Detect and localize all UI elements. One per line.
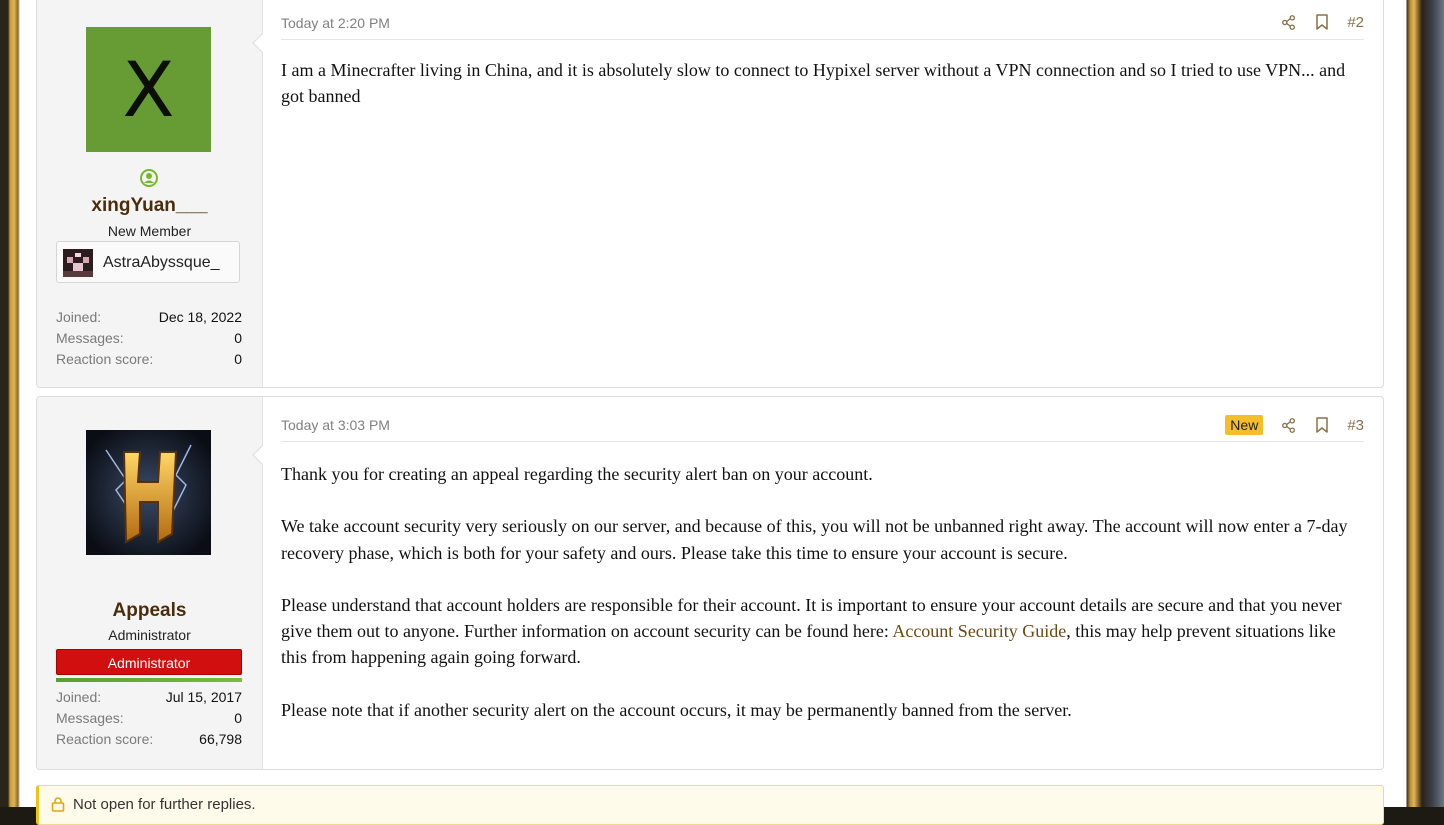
thread-page: X xingYuan___ New Member AstraAbyssque_ <box>20 0 1402 825</box>
stat-value: Dec 18, 2022 <box>158 309 242 325</box>
stat-label: Joined: <box>56 309 102 325</box>
stat-reaction-score: Reaction score: 66,798 <box>56 729 242 750</box>
body-paragraph: I am a Minecrafter living in China, and … <box>281 60 1346 107</box>
window-frame-right <box>1402 0 1444 807</box>
message-actions: #2 <box>1279 13 1364 31</box>
user-banner-administrator: Administrator <box>56 649 242 675</box>
message-attribution: Today at 2:20 PM #2 <box>281 9 1364 40</box>
user-banner-stripe <box>56 678 242 682</box>
share-icon[interactable] <box>1279 13 1297 31</box>
stat-value: 66,798 <box>199 731 242 747</box>
body-paragraph: Please note that if another security ale… <box>281 699 1072 720</box>
share-icon[interactable] <box>1279 416 1297 434</box>
username[interactable]: Appeals <box>37 600 262 622</box>
notice-text: Not open for further replies. <box>73 796 256 813</box>
message-body: Thank you for creating an appeal regardi… <box>281 461 1364 749</box>
post-date[interactable]: Today at 3:03 PM <box>281 417 390 433</box>
user-title: Administrator <box>108 627 191 643</box>
message-post-3: Appeals Administrator Administrator Join… <box>36 396 1384 770</box>
account-security-guide-link[interactable]: Account Security Guide <box>892 621 1066 641</box>
body-paragraph: We take account security very seriously … <box>281 516 1348 563</box>
stat-label: Joined: <box>56 689 102 705</box>
stat-label: Messages: <box>56 330 124 346</box>
avatar[interactable]: X <box>86 27 211 152</box>
stat-joined: Joined: Jul 15, 2017 <box>56 687 242 708</box>
stat-reaction-score: Reaction score: 0 <box>56 349 242 370</box>
linked-account-name: AstraAbyssque_ <box>103 254 220 271</box>
message-body: I am a Minecrafter living in China, and … <box>281 57 1364 136</box>
username[interactable]: xingYuan___ <box>37 195 262 217</box>
online-status-icon <box>140 169 158 187</box>
avatar[interactable] <box>86 430 211 555</box>
message-attribution: Today at 3:03 PM New #3 <box>281 411 1364 442</box>
message-actions: New #3 <box>1225 415 1364 435</box>
user-title: New Member <box>107 223 192 239</box>
message-post-2: X xingYuan___ New Member AstraAbyssque_ <box>36 0 1384 388</box>
message-user-cell: X xingYuan___ New Member AstraAbyssque_ <box>37 0 263 387</box>
minecraft-skin-icon <box>63 249 93 277</box>
bookmark-icon[interactable] <box>1313 416 1331 434</box>
stat-label: Reaction score: <box>56 351 154 367</box>
stat-value[interactable]: 0 <box>234 708 242 729</box>
body-paragraph: Thank you for creating an appeal regardi… <box>281 464 873 484</box>
stat-messages: Messages: 0 <box>56 328 242 349</box>
new-badge: New <box>1225 415 1264 435</box>
post-number-link[interactable]: #3 <box>1347 417 1364 434</box>
bookmark-icon[interactable] <box>1313 13 1331 31</box>
stat-joined: Joined: Dec 18, 2022 <box>56 307 242 328</box>
message-arrow <box>252 33 263 53</box>
message-arrow <box>252 445 263 465</box>
stat-label: Reaction score: <box>56 731 154 747</box>
user-stats: Joined: Dec 18, 2022 Messages: 0 Reaction … <box>56 307 242 370</box>
lock-icon <box>51 797 65 812</box>
stat-messages: Messages: 0 <box>56 708 242 729</box>
message-user-cell: Appeals Administrator Administrator Join… <box>37 397 263 769</box>
stat-value: 0 <box>234 351 242 367</box>
body-paragraph: Please understand that account holders a… <box>281 592 1364 671</box>
stat-value: Jul 15, 2017 <box>165 689 242 705</box>
post-number-link[interactable]: #2 <box>1347 14 1364 31</box>
user-stats: Joined: Jul 15, 2017 Messages: 0 Reaction … <box>56 687 242 750</box>
linked-minecraft-account[interactable]: AstraAbyssque_ <box>56 241 240 283</box>
window-frame-left <box>0 0 20 807</box>
stat-label: Messages: <box>56 710 124 726</box>
post-date[interactable]: Today at 2:20 PM <box>281 15 390 31</box>
stat-value[interactable]: 0 <box>234 328 242 349</box>
thread-locked-notice: Not open for further replies. <box>36 785 1384 825</box>
